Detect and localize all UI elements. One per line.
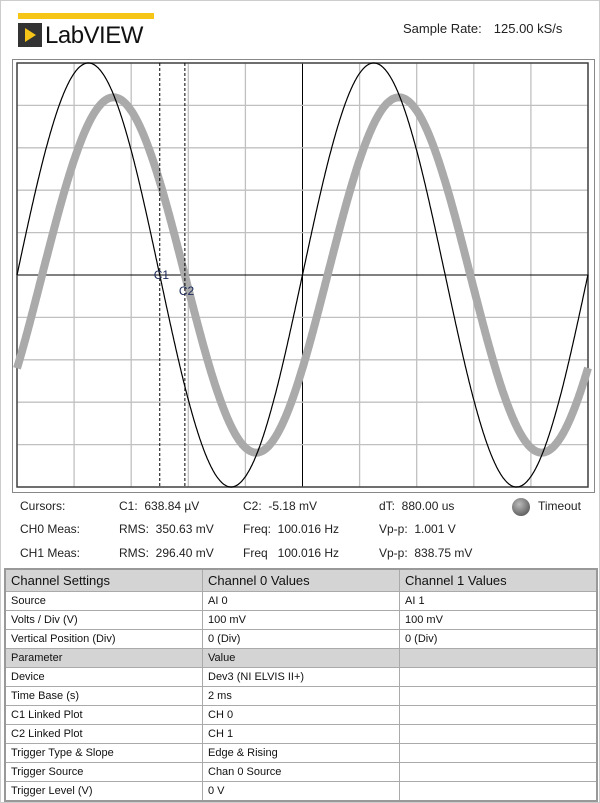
cursor-c1-value: C1: 638.84 µV — [119, 499, 200, 513]
sample-rate: Sample Rate: 125.00 kS/s — [403, 21, 562, 36]
table-row: Source AI 0 AI 1 — [4, 591, 598, 611]
oscilloscope-graph[interactable]: C1 C2 — [12, 59, 595, 493]
param-label: Trigger Level (V) — [4, 781, 203, 802]
ch0-value-cell[interactable]: 0 (Div) — [202, 629, 400, 649]
table-row: Vertical Position (Div) 0 (Div) 0 (Div) — [4, 629, 598, 649]
table-row: Trigger Source Chan 0 Source — [4, 762, 598, 782]
cursors-label: Cursors: — [20, 499, 66, 513]
empty-cell — [399, 724, 598, 744]
row-label: Volts / Div (V) — [4, 610, 203, 630]
empty-cell — [399, 648, 598, 668]
param-label: Trigger Type & Slope — [4, 743, 203, 763]
ch1-value-cell[interactable]: 100 mV — [399, 610, 598, 630]
cursor-label-c1: C1 — [154, 268, 170, 282]
ch1-value-cell[interactable]: 0 (Div) — [399, 629, 598, 649]
ch0-vpp: Vp-p: 1.001 V — [379, 522, 456, 536]
row-label: Source — [4, 591, 203, 611]
empty-cell — [399, 762, 598, 782]
ch0-value-cell[interactable]: AI 0 — [202, 591, 400, 611]
labview-logo: LabVIEW — [18, 13, 154, 49]
empty-cell — [399, 686, 598, 706]
ch1-freq: Freq 100.016 Hz — [243, 546, 340, 560]
param-value[interactable]: Chan 0 Source — [202, 762, 400, 782]
ch1-value-cell[interactable]: AI 1 — [399, 591, 598, 611]
ch1-vpp: Vp-p: 838.75 mV — [379, 546, 473, 560]
param-label: C1 Linked Plot — [4, 705, 203, 725]
empty-cell — [399, 743, 598, 763]
param-value[interactable]: 0 V — [202, 781, 400, 802]
ch0-meas-label: CH0 Meas: — [20, 522, 81, 536]
parameter-header: Parameter — [4, 648, 203, 668]
row-label: Vertical Position (Div) — [4, 629, 203, 649]
table-row: C1 Linked Plot CH 0 — [4, 705, 598, 725]
ch0-freq: Freq: 100.016 Hz — [243, 522, 340, 536]
ch1-rms: RMS: 296.40 mV — [119, 546, 214, 560]
settings-table: Channel Settings Channel 0 Values Channe… — [4, 568, 598, 802]
table-row: Trigger Level (V) 0 V — [4, 781, 598, 802]
logo-banner — [18, 13, 154, 19]
timeout-label: Timeout — [538, 499, 581, 513]
sample-rate-label: Sample Rate: — [403, 21, 482, 36]
param-label: C2 Linked Plot — [4, 724, 203, 744]
param-label: Time Base (s) — [4, 686, 203, 706]
empty-cell — [399, 781, 598, 802]
table-header-row: Channel Settings Channel 0 Values Channe… — [4, 568, 598, 592]
empty-cell — [399, 705, 598, 725]
empty-cell — [399, 667, 598, 687]
timeout-led-indicator — [512, 498, 530, 516]
ch1-meas-label: CH1 Meas: — [20, 546, 81, 560]
param-value[interactable]: CH 0 — [202, 705, 400, 725]
column-header: Channel 1 Values — [399, 568, 598, 592]
parameter-header-row: Parameter Value — [4, 648, 598, 668]
waveform-plot[interactable]: C1 C2 — [13, 60, 594, 492]
table-row: Device Dev3 (NI ELVIS II+) — [4, 667, 598, 687]
table-row: Trigger Type & Slope Edge & Rising — [4, 743, 598, 763]
cursor-label-c2: C2 — [179, 284, 195, 298]
ch0-value-cell[interactable]: 100 mV — [202, 610, 400, 630]
column-header: Channel Settings — [4, 568, 203, 592]
param-value[interactable]: CH 1 — [202, 724, 400, 744]
value-header: Value — [202, 648, 400, 668]
logo-text: LabVIEW — [45, 22, 143, 49]
param-value[interactable]: Dev3 (NI ELVIS II+) — [202, 667, 400, 687]
table-row: Volts / Div (V) 100 mV 100 mV — [4, 610, 598, 630]
ch0-rms: RMS: 350.63 mV — [119, 522, 214, 536]
param-label: Trigger Source — [4, 762, 203, 782]
table-row: Time Base (s) 2 ms — [4, 686, 598, 706]
cursor-dt-value: dT: 880.00 us — [379, 499, 455, 513]
column-header: Channel 0 Values — [202, 568, 400, 592]
sample-rate-value: 125.00 kS/s — [493, 21, 563, 36]
cursor-c2-value: C2: -5.18 mV — [243, 499, 318, 513]
param-value[interactable]: Edge & Rising — [202, 743, 400, 763]
labview-icon — [18, 23, 42, 47]
table-row: C2 Linked Plot CH 1 — [4, 724, 598, 744]
param-value[interactable]: 2 ms — [202, 686, 400, 706]
param-label: Device — [4, 667, 203, 687]
